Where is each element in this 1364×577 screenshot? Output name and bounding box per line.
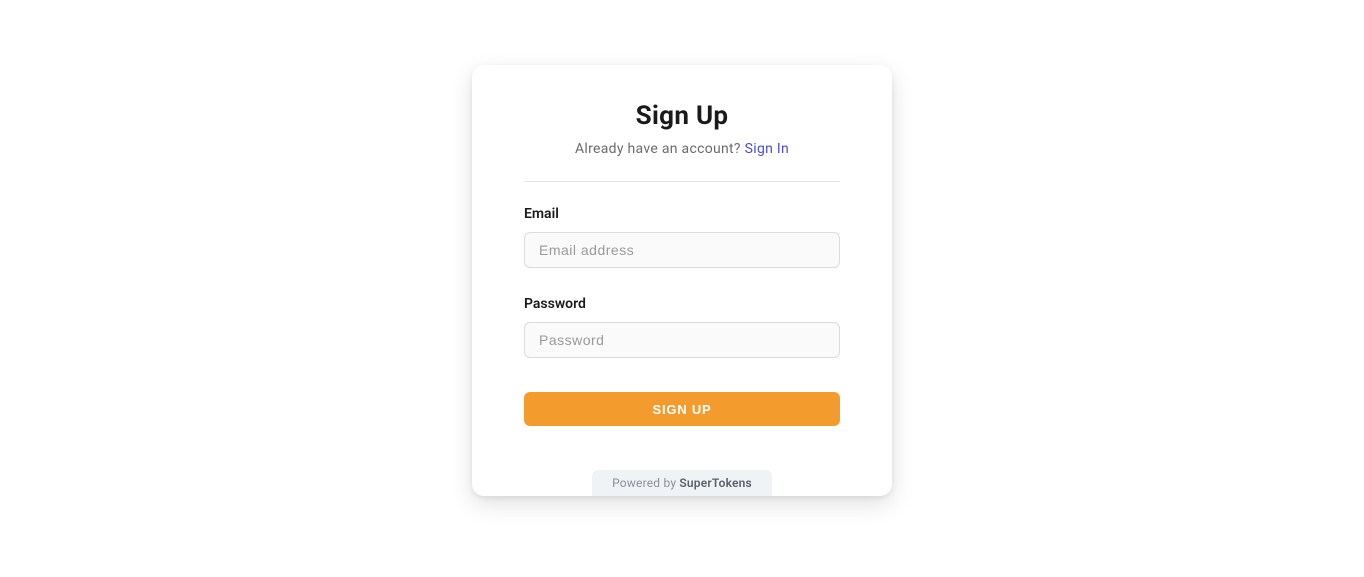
subtitle-row: Already have an account? Sign In — [575, 141, 789, 157]
email-field-group: Email — [524, 206, 840, 268]
email-label: Email — [524, 206, 840, 222]
powered-by-badge[interactable]: Powered by SuperTokens — [592, 470, 772, 496]
subtitle-prompt: Already have an account? — [575, 141, 745, 157]
password-field[interactable] — [524, 322, 840, 358]
email-field[interactable] — [524, 232, 840, 268]
signin-link[interactable]: Sign In — [745, 141, 789, 157]
password-field-group: Password — [524, 296, 840, 358]
page-title: Sign Up — [636, 101, 729, 131]
signup-button[interactable]: SIGN UP — [524, 392, 840, 426]
divider — [524, 181, 840, 182]
password-label: Password — [524, 296, 840, 312]
powered-brand: SuperTokens — [679, 476, 752, 490]
powered-prefix: Powered by — [612, 476, 679, 490]
signup-card: Sign Up Already have an account? Sign In… — [472, 65, 892, 496]
